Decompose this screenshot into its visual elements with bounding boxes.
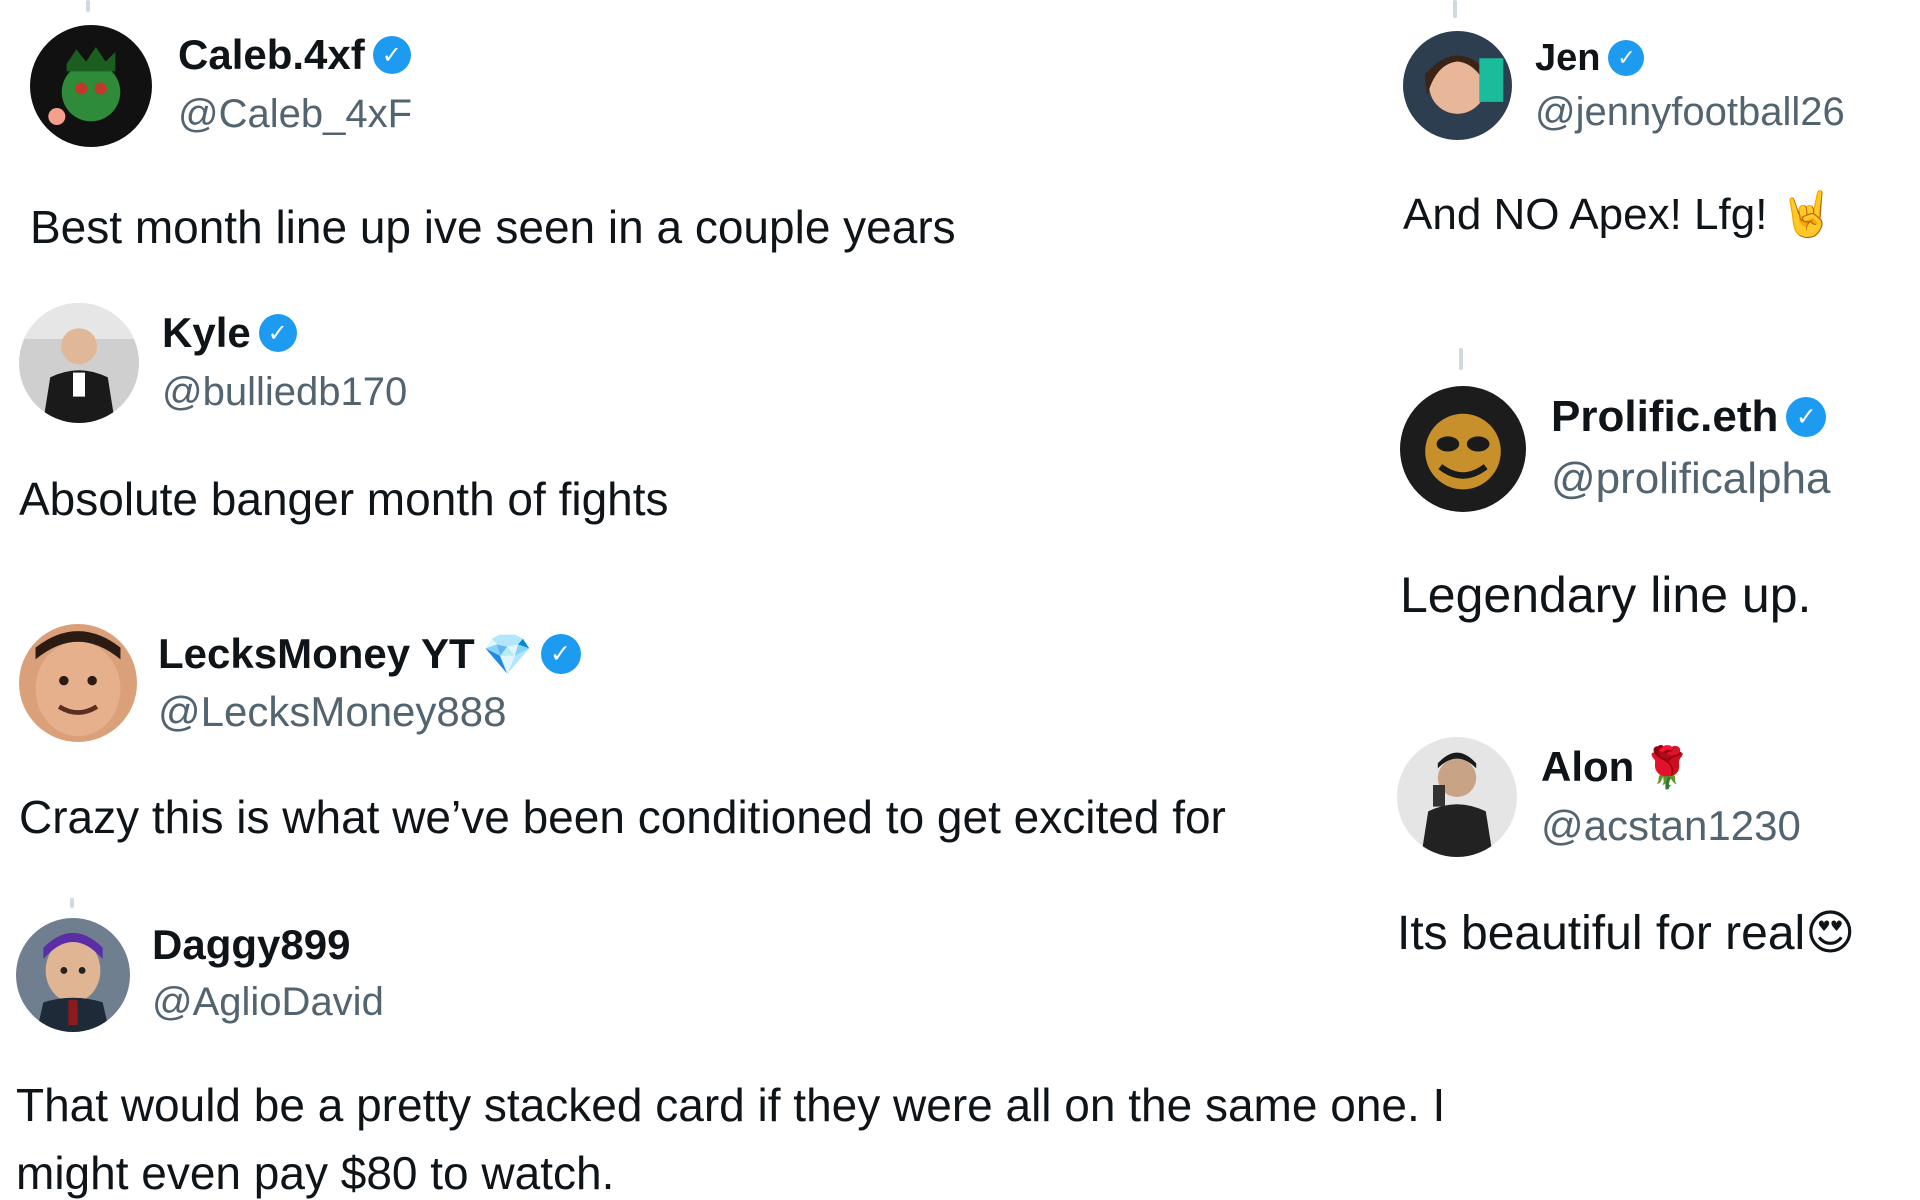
reply-text: Its beautiful for real😍: [1397, 907, 1856, 960]
reply-text: Legendary line up.: [1400, 567, 1812, 623]
verified-check-icon: ✓: [540, 634, 581, 674]
verified-check-icon: ✓: [1608, 40, 1645, 76]
display-name[interactable]: Alon: [1541, 743, 1634, 791]
display-name[interactable]: Caleb.4xf: [178, 31, 365, 79]
name-row: Alon 🌹: [1541, 740, 1692, 794]
avatar[interactable]: [16, 918, 130, 1032]
thread-line: [1459, 348, 1463, 370]
avatar[interactable]: [30, 25, 152, 147]
reply-text-line-2: might even pay $80 to watch.: [16, 1147, 615, 1199]
avatar[interactable]: [1403, 31, 1512, 140]
name-row: Kyle ✓: [162, 306, 297, 360]
thread-line: [1453, 0, 1457, 18]
display-name[interactable]: Jen: [1535, 37, 1600, 80]
user-handle[interactable]: @acstan1230: [1541, 802, 1801, 850]
reply-text: Absolute banger month of fights: [19, 473, 669, 525]
display-name[interactable]: Kyle: [162, 309, 251, 357]
user-handle[interactable]: @prolificalpha: [1551, 454, 1830, 504]
display-name[interactable]: Prolific.eth: [1551, 392, 1778, 442]
rose-icon: 🌹: [1642, 745, 1693, 790]
avatar[interactable]: [1397, 737, 1517, 857]
display-name[interactable]: Daggy899: [152, 921, 350, 969]
verified-check-icon: ✓: [372, 36, 411, 74]
display-name[interactable]: LecksMoney YT: [158, 630, 475, 678]
name-row: Daggy899: [152, 918, 350, 972]
user-handle[interactable]: @LecksMoney888: [158, 688, 507, 736]
reply-text: Crazy this is what we’ve been conditione…: [19, 791, 1226, 843]
avatar[interactable]: [19, 624, 137, 742]
name-row: Jen ✓: [1535, 34, 1645, 82]
thread-line: [86, 0, 90, 12]
name-row: Caleb.4xf ✓: [178, 28, 411, 82]
avatar[interactable]: [19, 303, 139, 423]
diamond-badge-icon: 💎: [482, 632, 533, 677]
avatar[interactable]: [1400, 386, 1526, 512]
thread-line: [70, 898, 74, 908]
verified-check-icon: ✓: [1786, 397, 1827, 437]
verified-check-icon: ✓: [258, 314, 297, 352]
name-row: Prolific.eth ✓: [1551, 390, 1827, 444]
user-handle[interactable]: @AglioDavid: [152, 980, 384, 1025]
user-handle[interactable]: @Caleb_4xF: [178, 92, 412, 137]
name-row: LecksMoney YT 💎 ✓: [158, 627, 581, 681]
user-handle[interactable]: @bulliedb170: [162, 370, 407, 415]
reply-text: And NO Apex! Lfg! 🤘: [1403, 190, 1835, 239]
user-handle[interactable]: @jennyfootball26: [1535, 90, 1845, 135]
reply-text: Best month line up ive seen in a couple …: [30, 201, 956, 253]
reply-text-line-1: That would be a pretty stacked card if t…: [16, 1079, 1446, 1131]
